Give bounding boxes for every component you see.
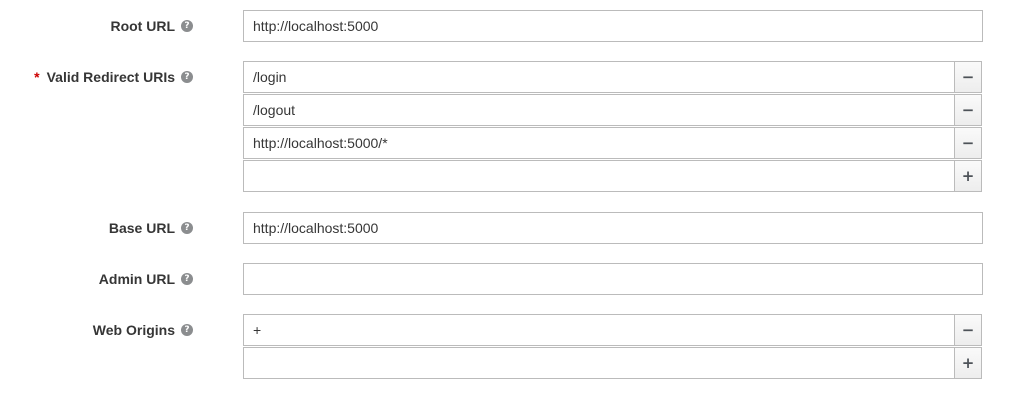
root-url-label: Root URL ? [110,10,193,42]
redirect-uris-label-text: Valid Redirect URIs [46,69,175,85]
web-origins-label: Web Origins ? [93,314,193,346]
minus-icon: − [961,321,975,339]
root-url-input[interactable]: http://localhost:5000 [243,10,983,42]
remove-redirect-uri-button[interactable]: − [955,127,982,159]
minus-icon: − [961,101,975,119]
minus-icon: − [961,134,975,152]
redirect-uris-label: * Valid Redirect URIs ? [34,61,193,93]
help-icon[interactable]: ? [181,222,193,234]
admin-url-label: Admin URL ? [99,263,193,295]
base-url-label: Base URL ? [109,212,193,244]
base-url-input[interactable]: http://localhost:5000 [243,212,983,244]
plus-icon: + [961,167,975,185]
base-url-label-text: Base URL [108,220,175,236]
help-icon[interactable]: ? [181,71,193,83]
add-web-origin-button[interactable]: + [955,347,982,379]
redirect-uri-input[interactable]: /login [243,61,955,93]
help-icon[interactable]: ? [181,324,193,336]
help-icon[interactable]: ? [181,20,193,32]
redirect-uri-input[interactable]: http://localhost:5000/* [243,127,955,159]
remove-redirect-uri-button[interactable]: − [955,94,982,126]
plus-icon: + [961,354,975,372]
admin-url-label-text: Admin URL [98,271,175,287]
web-origin-input[interactable]: + [243,314,955,346]
remove-web-origin-button[interactable]: − [955,314,982,346]
add-redirect-uri-button[interactable]: + [955,160,982,192]
minus-icon: − [961,68,975,86]
required-marker: * [34,69,40,85]
help-icon[interactable]: ? [181,273,193,285]
redirect-uri-input[interactable]: /logout [243,94,955,126]
admin-url-input[interactable] [243,263,983,295]
root-url-label-text: Root URL [110,18,175,34]
web-origins-label-text: Web Origins [92,322,175,338]
remove-redirect-uri-button[interactable]: − [955,61,982,93]
new-web-origin-input[interactable] [243,347,955,379]
new-redirect-uri-input[interactable] [243,160,955,192]
